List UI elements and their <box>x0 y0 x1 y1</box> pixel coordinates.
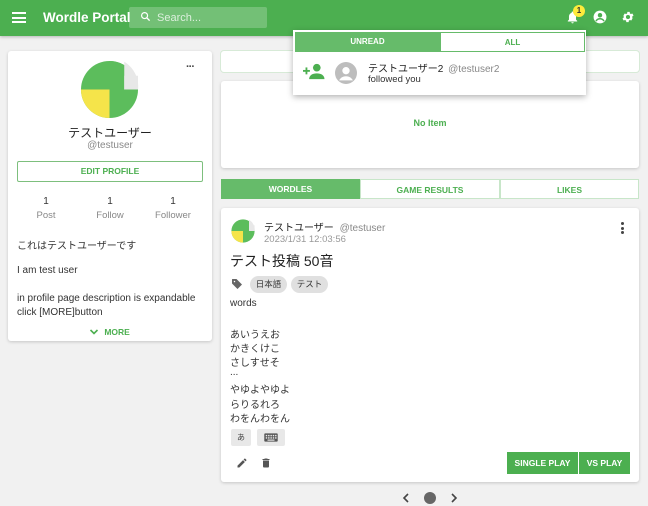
post-count[interactable]: 1 <box>16 196 76 207</box>
tab-likes[interactable]: LIKES <box>500 179 639 199</box>
profile-description-line: これはテストユーザーです <box>17 241 137 252</box>
notification-badge: 1 <box>573 5 585 17</box>
post-author-avatar[interactable] <box>231 219 255 243</box>
follow-count[interactable]: 1 <box>80 196 140 207</box>
account-icon[interactable] <box>593 10 607 24</box>
tab-all[interactable]: ALL <box>440 32 585 52</box>
chevron-left-icon[interactable] <box>402 493 410 503</box>
menu-icon[interactable] <box>12 10 26 26</box>
post-line: わをんわをん <box>230 414 290 425</box>
avatar <box>80 60 139 119</box>
post-line: かきくけこ <box>230 344 280 355</box>
profile-description-line: click [MORE]button <box>17 307 103 318</box>
person-add-icon <box>303 63 325 80</box>
search-box[interactable] <box>129 7 267 28</box>
notification-author: テストユーザー2 @testuser2 <box>368 60 499 75</box>
tag-chip[interactable]: テスト <box>291 276 328 293</box>
profile-description-line: I am test user <box>17 265 78 276</box>
post-line: らりるれろ <box>230 400 280 411</box>
more-vert-icon[interactable]: ··· <box>186 61 195 73</box>
edit-profile-button[interactable]: EDIT PROFILE <box>17 161 203 182</box>
chevron-right-icon[interactable] <box>450 493 458 503</box>
notification-message: followed you <box>368 74 421 85</box>
post-label: Post <box>36 210 56 221</box>
key-chip[interactable]: あ <box>231 429 251 446</box>
post-line: ... <box>230 367 239 378</box>
app-title[interactable]: Wordle Portal <box>43 10 131 25</box>
pagination-dot-active[interactable] <box>424 492 436 504</box>
post-author: テストユーザー @testuser <box>264 219 385 234</box>
notification-item[interactable]: テストユーザー2 @testuser2 followed you <box>293 54 586 95</box>
vs-play-button[interactable]: VS PLAY <box>579 452 630 474</box>
tab-unread[interactable]: UNREAD <box>295 32 440 52</box>
tab-game-results[interactable]: GAME RESULTS <box>360 179 500 199</box>
post-title: テスト投稿 50音 <box>230 253 334 269</box>
more-label: MORE <box>104 327 130 337</box>
profile-card: ··· テストユーザー @testuser EDIT PROFILE 1 Pos… <box>8 51 212 341</box>
more-vert-icon[interactable] <box>621 222 625 234</box>
more-button[interactable]: MORE <box>89 324 130 338</box>
single-play-button[interactable]: SINGLE PLAY <box>507 452 578 474</box>
keyboard-glyph <box>264 433 278 442</box>
notification-avatar <box>335 62 357 84</box>
tab-wordles[interactable]: WORDLES <box>221 179 360 199</box>
post-body-label: words <box>230 298 257 309</box>
follower-count[interactable]: 1 <box>143 196 203 207</box>
tag-chip[interactable]: 日本語 <box>250 276 287 293</box>
empty-state-text: No Item <box>413 118 447 128</box>
post-line: やゆよやゆよ <box>230 385 290 396</box>
edit-icon[interactable] <box>236 457 248 469</box>
follower-label: Follower <box>155 210 191 221</box>
gear-icon[interactable] <box>621 10 635 24</box>
notification-handle: @testuser2 <box>448 64 500 75</box>
profile-handle: @testuser <box>87 140 133 151</box>
profile-description-line: in profile page description is expandabl… <box>17 293 196 304</box>
search-icon <box>141 12 151 22</box>
delete-icon[interactable] <box>260 457 272 469</box>
tag-icon <box>232 279 242 289</box>
post-line: あいうえお <box>230 330 280 341</box>
profile-name: テストユーザー <box>68 126 152 140</box>
follow-label: Follow <box>96 210 124 221</box>
post-author-handle: @testuser <box>339 223 386 234</box>
post-date: 2023/1/31 12:03:56 <box>264 234 346 245</box>
search-input[interactable] <box>157 7 263 28</box>
post-author-name[interactable]: テストユーザー <box>264 223 334 234</box>
keyboard-icon[interactable] <box>257 429 285 446</box>
chevron-down-icon <box>89 329 99 335</box>
notifications-popup: UNREAD ALL テストユーザー2 @testuser2 followed … <box>293 30 586 95</box>
